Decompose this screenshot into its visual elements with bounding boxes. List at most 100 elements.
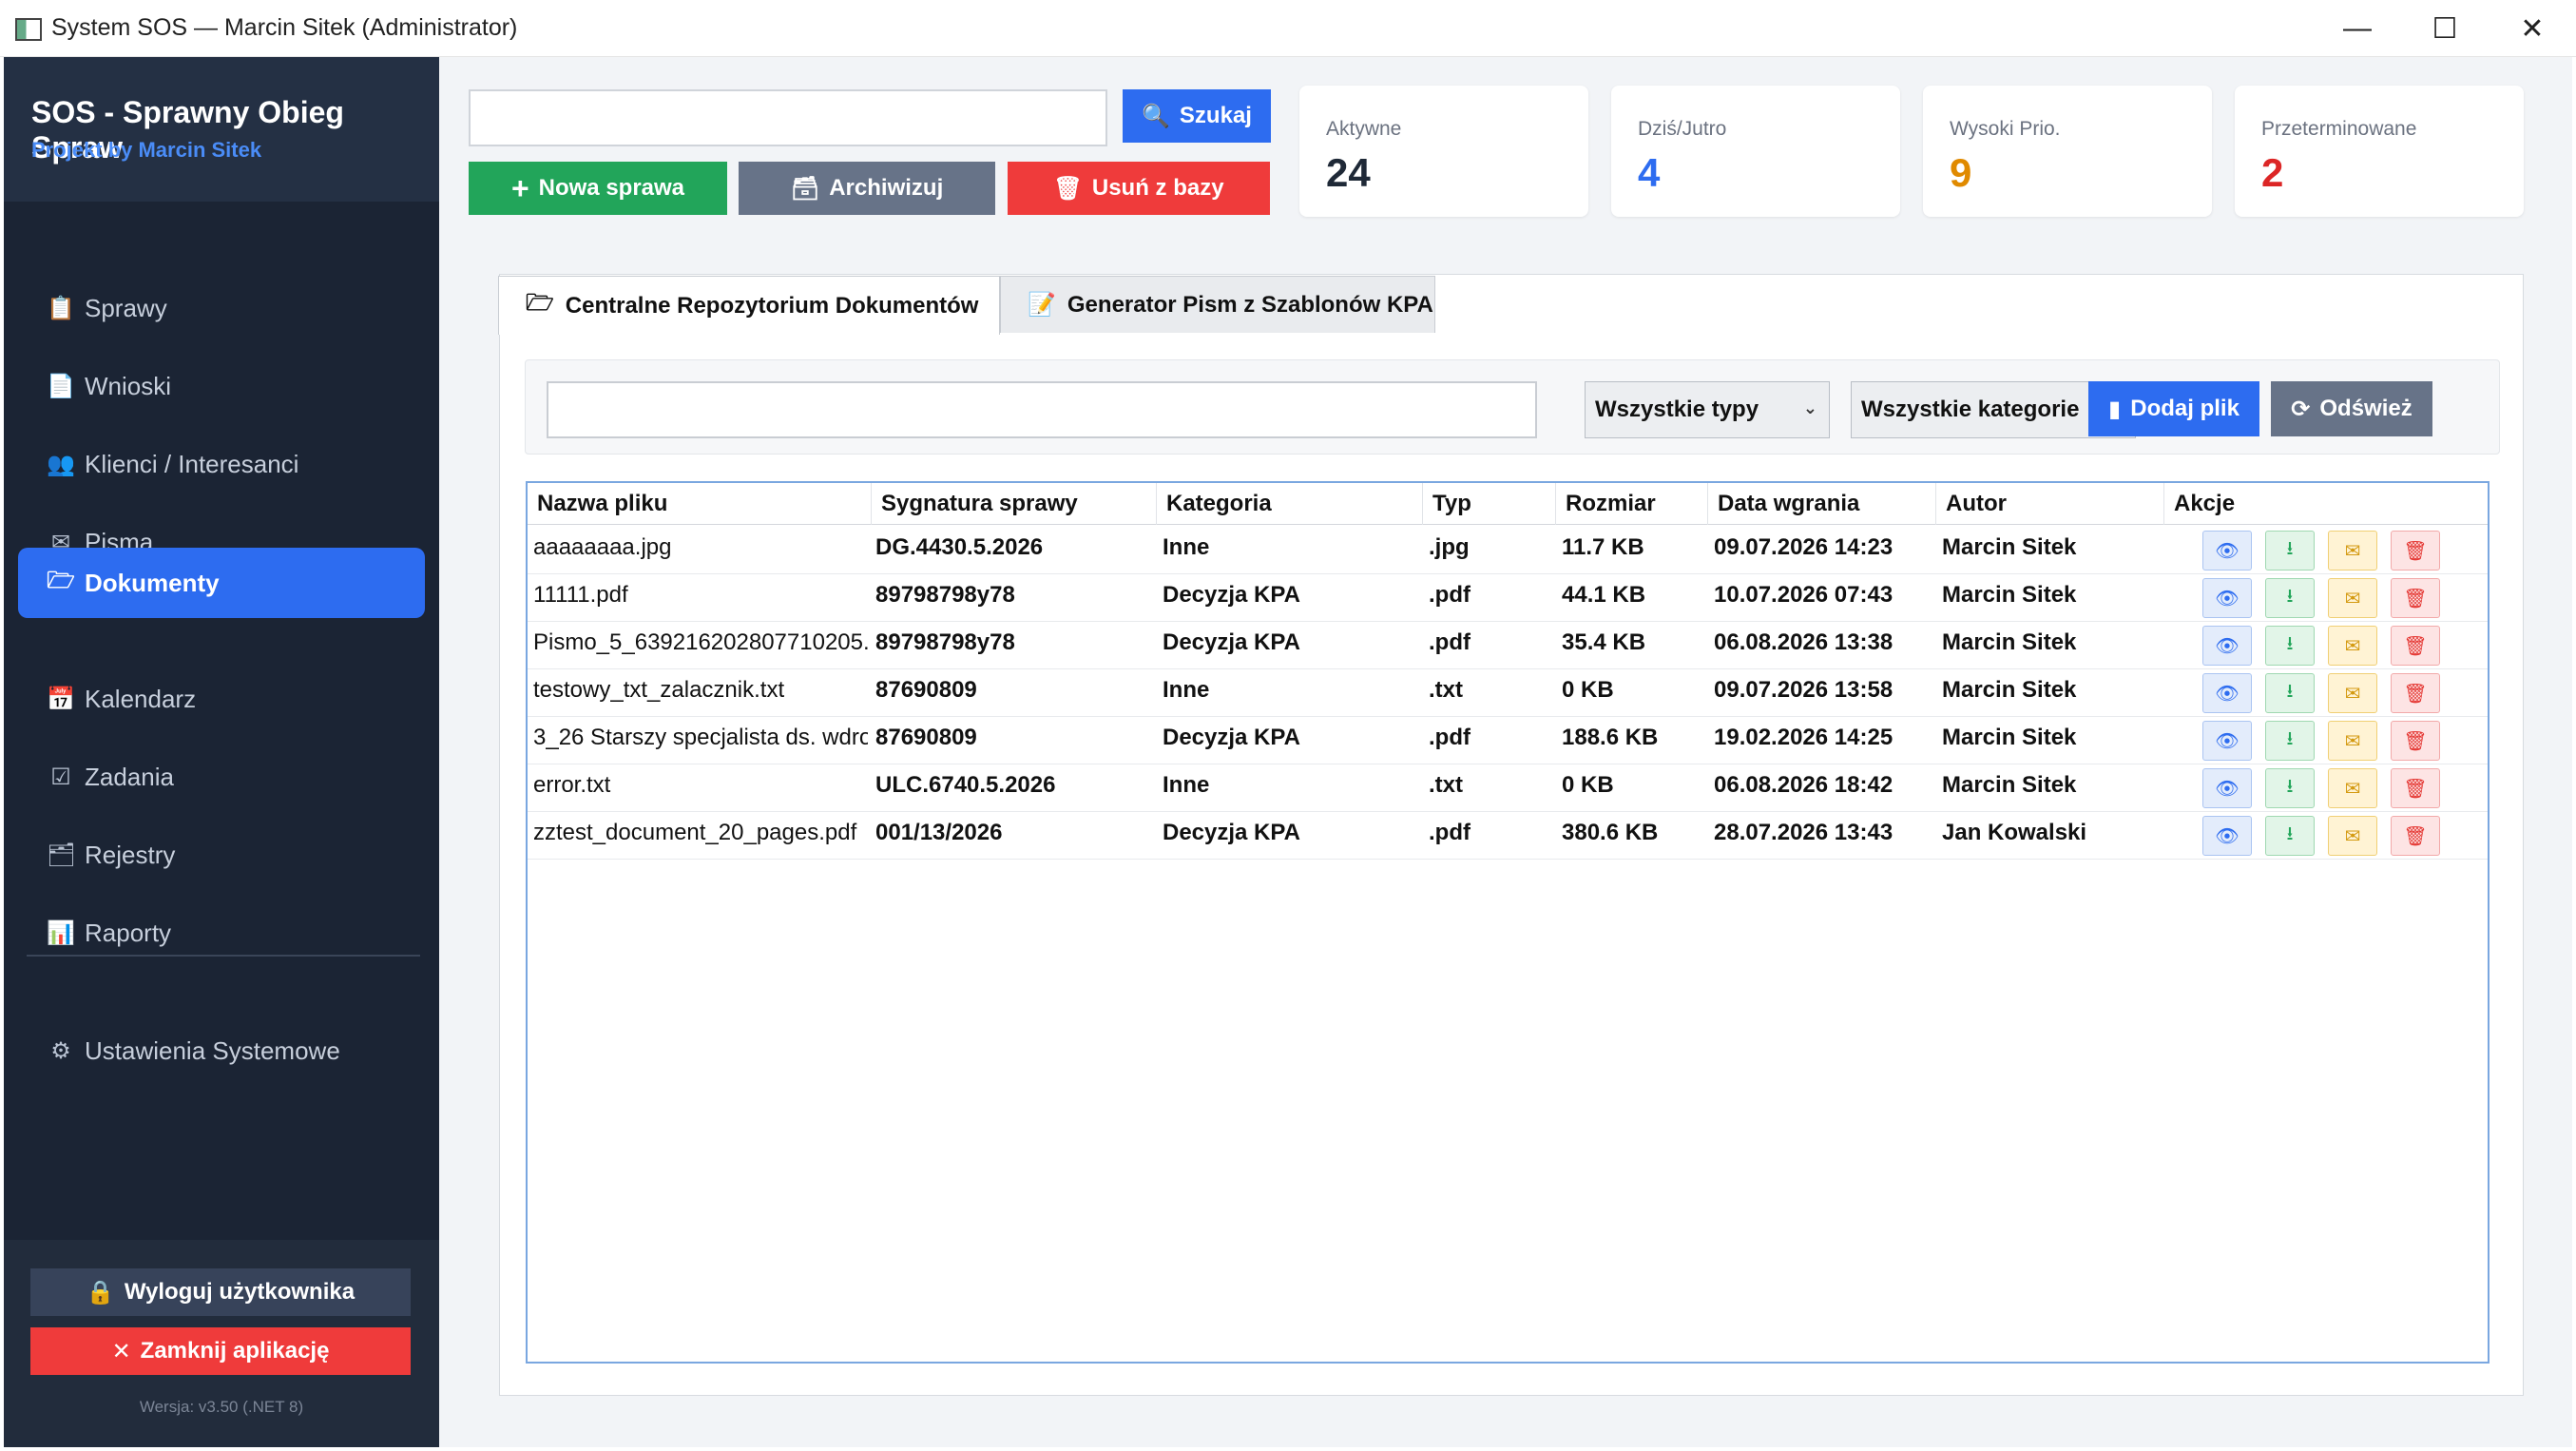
column-header[interactable]: Kategoria: [1157, 483, 1423, 525]
table-cell: 28.07.2026 13:43: [1714, 820, 1894, 845]
archive-icon: 🗃: [790, 175, 820, 202]
eye-icon[interactable]: 👁: [2202, 673, 2252, 713]
table-cell: Marcin Sitek: [1942, 582, 2077, 608]
register-icon: 🗂: [47, 842, 76, 868]
search-button[interactable]: 🔍 Szukaj: [1123, 89, 1271, 143]
table-cell: .jpg: [1429, 534, 1470, 560]
refresh-button[interactable]: ⟳ Odśwież: [2271, 381, 2432, 436]
sidebar-item-kalendarz[interactable]: 📅 Kalendarz: [18, 664, 425, 734]
new-case-label: Nowa sprawa: [538, 175, 685, 201]
eye-icon[interactable]: 👁: [2202, 816, 2252, 856]
stat-value: 9: [1950, 150, 1972, 195]
download-icon[interactable]: ⭳: [2265, 673, 2315, 713]
table-cell: 06.08.2026 13:38: [1714, 629, 1894, 655]
sidebar-item-rejestry[interactable]: 🗂 Rejestry: [18, 820, 425, 890]
filter-bar: Wszystkie typy ⌄ Wszystkie kategorie ⌄ ▮…: [525, 359, 2500, 455]
column-header[interactable]: Sygnatura sprawy: [872, 483, 1157, 525]
document-icon: 📄: [47, 373, 75, 399]
sidebar-item-label: Klienci / Interesanci: [85, 449, 299, 478]
archive-button[interactable]: 🗃 Archiwizuj: [739, 162, 995, 215]
stat-card-dzis-jutro: Dziś/Jutro 4: [1611, 86, 1900, 217]
folder-icon: 🗁: [526, 290, 554, 316]
sidebar-item-dokumenty[interactable]: 🗁 Dokumenty: [18, 548, 425, 618]
sidebar-item-raporty[interactable]: 📊 Raporty: [18, 898, 425, 968]
trash-icon[interactable]: 🗑: [2391, 531, 2440, 571]
table-row[interactable]: zztest_document_20_pages.pdf 001/13/2026 D…: [528, 812, 2488, 860]
download-icon[interactable]: ⭳: [2265, 721, 2315, 761]
mail-icon[interactable]: ✉: [2328, 578, 2377, 618]
eye-icon[interactable]: 👁: [2202, 721, 2252, 761]
sidebar-item-sprawy[interactable]: 📋 Sprawy: [18, 273, 425, 343]
mail-icon[interactable]: ✉: [2328, 768, 2377, 808]
add-file-button[interactable]: ▮ Dodaj plik: [2088, 381, 2259, 436]
mail-icon[interactable]: ✉: [2328, 816, 2377, 856]
archive-label: Archiwizuj: [829, 175, 944, 201]
download-icon[interactable]: ⭳: [2265, 816, 2315, 856]
table-row[interactable]: Pismo_5_639216202807710205.pdf 89798798y7…: [528, 622, 2488, 669]
type-select-value: Wszystkie typy: [1595, 397, 1759, 422]
delete-button[interactable]: 🗑 Usuń z bazy: [1008, 162, 1270, 215]
table-cell: 09.07.2026 13:58: [1714, 677, 1894, 703]
refresh-icon: ⟳: [2291, 396, 2311, 422]
table-row[interactable]: 11111.pdf 89798798y78 Decyzja KPA .pdf 44.1 …: [528, 574, 2488, 622]
stat-label: Aktywne: [1326, 118, 1402, 140]
table-cell: 380.6 KB: [1562, 820, 1659, 845]
document-search-input[interactable]: [547, 381, 1537, 438]
type-select[interactable]: Wszystkie typy ⌄: [1585, 381, 1830, 438]
column-header[interactable]: Rozmiar: [1556, 483, 1708, 525]
close-window-icon[interactable]: ✕: [2489, 0, 2576, 57]
documents-table: Nazwa pliku Sygnatura sprawy Kategoria T…: [526, 481, 2489, 1364]
delete-label: Usuń z bazy: [1091, 175, 1224, 201]
trash-icon[interactable]: 🗑: [2391, 578, 2440, 618]
mail-icon[interactable]: ✉: [2328, 673, 2377, 713]
sidebar-item-zadania[interactable]: ☑ Zadania: [18, 742, 425, 812]
column-header[interactable]: Nazwa pliku: [528, 483, 872, 525]
column-header[interactable]: Typ: [1423, 483, 1556, 525]
table-row[interactable]: 3_26 Starszy specjalista ds. wdrożeń 8769…: [528, 717, 2488, 764]
search-input[interactable]: [469, 89, 1107, 146]
table-cell: Marcin Sitek: [1942, 629, 2077, 655]
eye-icon[interactable]: 👁: [2202, 626, 2252, 666]
download-icon[interactable]: ⭳: [2265, 626, 2315, 666]
download-icon[interactable]: ⭳: [2265, 531, 2315, 571]
table-cell: 11.7 KB: [1562, 534, 1644, 560]
table-cell: 89798798y78: [875, 582, 1015, 608]
trash-icon[interactable]: 🗑: [2391, 816, 2440, 856]
mail-icon[interactable]: ✉: [2328, 626, 2377, 666]
trash-icon[interactable]: 🗑: [2391, 768, 2440, 808]
eye-icon[interactable]: 👁: [2202, 768, 2252, 808]
new-case-button[interactable]: + Nowa sprawa: [469, 162, 727, 215]
mail-icon[interactable]: ✉: [2328, 721, 2377, 761]
trash-icon[interactable]: 🗑: [2391, 673, 2440, 713]
clipboard-icon: 📋: [47, 295, 75, 321]
mail-icon[interactable]: ✉: [2328, 531, 2377, 571]
minimize-icon[interactable]: —: [2314, 0, 2401, 57]
download-icon[interactable]: ⭳: [2265, 768, 2315, 808]
close-app-button[interactable]: ✕ Zamknij aplikację: [30, 1327, 411, 1375]
trash-icon[interactable]: 🗑: [2391, 626, 2440, 666]
table-cell: Marcin Sitek: [1942, 677, 2077, 703]
tab-repository[interactable]: 🗁 Centralne Repozytorium Dokumentów: [498, 276, 1000, 335]
column-header[interactable]: Autor: [1936, 483, 2164, 525]
maximize-icon[interactable]: ☐: [2401, 0, 2489, 57]
sidebar-item-label: Dokumenty: [85, 568, 220, 597]
eye-icon[interactable]: 👁: [2202, 578, 2252, 618]
sidebar-item-wnioski[interactable]: 📄 Wnioski: [18, 351, 425, 421]
sidebar-item-klienci[interactable]: 👥 Klienci / Interesanci: [18, 429, 425, 499]
column-header[interactable]: Data wgrania: [1708, 483, 1936, 525]
table-row[interactable]: aaaaaaaa.jpg DG.4430.5.2026 Inne .jpg 11.7 K…: [528, 527, 2488, 574]
table-row[interactable]: error.txt ULC.6740.5.2026 Inne .txt 0 KB 06.0…: [528, 764, 2488, 812]
logout-button[interactable]: 🔒 Wyloguj użytkownika: [30, 1268, 411, 1316]
table-cell: .pdf: [1429, 725, 1471, 750]
table-cell: 87690809: [875, 677, 977, 703]
tab-generator[interactable]: 📝 Generator Pism z Szablonów KPA: [1000, 276, 1435, 333]
table-cell: .txt: [1429, 677, 1463, 703]
add-file-label: Dodaj plik: [2130, 396, 2240, 421]
download-icon[interactable]: ⭳: [2265, 578, 2315, 618]
table-cell: Marcin Sitek: [1942, 725, 2077, 750]
table-row[interactable]: testowy_txt_zalacznik.txt 87690809 Inne .tx…: [528, 669, 2488, 717]
sidebar: SOS - Sprawny Obieg Spraw Projekt by Mar…: [4, 57, 439, 1447]
eye-icon[interactable]: 👁: [2202, 531, 2252, 571]
sidebar-item-settings[interactable]: ⚙ Ustawienia Systemowe: [18, 1016, 425, 1086]
trash-icon[interactable]: 🗑: [2391, 721, 2440, 761]
